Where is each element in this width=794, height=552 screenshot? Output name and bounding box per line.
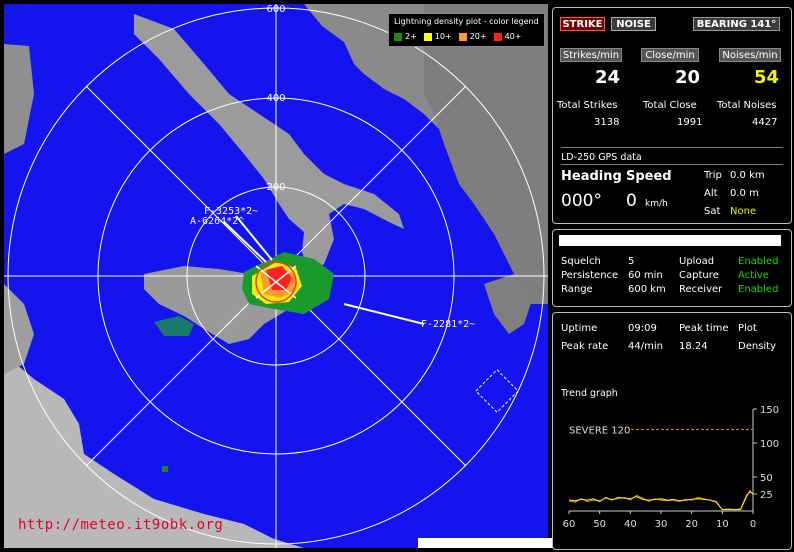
stats-panel: Uptime 09:09 Peak time Plot Peak rate 44… xyxy=(552,312,792,550)
capture-value: Active xyxy=(738,270,769,281)
receiver-label: Receiver xyxy=(679,284,723,295)
gps-title: LD-250 GPS data xyxy=(561,152,642,163)
legend-item-40: 40+ xyxy=(493,32,521,41)
trend-title: Trend graph xyxy=(561,388,618,399)
strikes-rate: 24 xyxy=(595,67,621,88)
rate-panel: STRIKE NOISE BEARING 141° Strikes/min Cl… xyxy=(552,7,792,224)
range-label: Range xyxy=(561,284,593,295)
plot-value: Density xyxy=(738,341,777,352)
range-value: 600 km xyxy=(628,284,666,295)
noise-button[interactable]: NOISE xyxy=(611,17,656,31)
noises-rate: 54 xyxy=(754,67,780,88)
ring-label-400: 400 xyxy=(266,93,286,104)
trend-y-tick-label: 25 xyxy=(760,490,773,501)
strike-tag-f: F-2281*2~ xyxy=(421,319,476,330)
uptime-value: 09:09 xyxy=(628,323,657,334)
ring-label-200: 200 xyxy=(266,182,286,193)
trend-x-tick-label: 40 xyxy=(624,519,637,530)
peak-rate-label: Peak rate xyxy=(561,341,609,352)
total-close-label: Total Close xyxy=(643,100,697,111)
trend-x-tick-label: 0 xyxy=(750,519,756,530)
strike-tag-a: A-6264*2^ xyxy=(190,216,245,227)
close-per-min-header[interactable]: Close/min xyxy=(641,48,699,62)
trend-graph: 255010015060 50 40 30 20 10 0SEVERE 120 xyxy=(563,405,779,530)
heading-value: 000° xyxy=(561,191,602,211)
trend-y-tick-label: 50 xyxy=(760,473,773,484)
peak-time-value: 18.24 xyxy=(679,341,708,352)
upload-value: Enabled xyxy=(738,256,779,267)
trip-label: Trip xyxy=(704,170,722,181)
receiver-value: Enabled xyxy=(738,284,779,295)
alt-value: 0.0 m xyxy=(730,188,759,199)
trend-x-tick-label: 60 xyxy=(563,519,576,530)
legend-item-2: 2+ xyxy=(394,32,417,41)
density-legend: Lightning density plot - color legend 2+… xyxy=(388,13,545,47)
sat-label: Sat xyxy=(704,206,721,217)
sat-value: None xyxy=(730,206,757,217)
station-name-bar xyxy=(559,235,781,246)
trend-y-tick-label: 100 xyxy=(760,439,779,450)
legend-item-10: 10+ xyxy=(423,32,452,41)
peak-time-label: Peak time xyxy=(679,323,729,334)
strikes-per-min-header[interactable]: Strikes/min xyxy=(560,48,622,62)
heading-label: Heading xyxy=(561,169,622,184)
speed-value: 0 xyxy=(626,191,637,211)
site-url[interactable]: http://meteo.it9obk.org xyxy=(18,517,223,533)
persistence-label: Persistence xyxy=(561,270,619,281)
trend-x-tick-label: 50 xyxy=(593,519,606,530)
strike-button[interactable]: STRIKE xyxy=(560,17,605,31)
map-canvas xyxy=(4,4,548,548)
squelch-value: 5 xyxy=(628,256,635,267)
settings-panel: Squelch 5 Persistence 60 min Range 600 k… xyxy=(552,229,792,307)
trip-value: 0.0 km xyxy=(730,170,765,181)
close-rate: 20 xyxy=(675,67,701,88)
ring-label-600: 600 xyxy=(266,4,286,15)
total-strikes-value: 3138 xyxy=(594,117,620,128)
trend-x-tick-label: 30 xyxy=(655,519,668,530)
bearing-button[interactable]: BEARING 141° xyxy=(693,17,780,31)
uptime-label: Uptime xyxy=(561,323,598,334)
total-close-value: 1991 xyxy=(677,117,703,128)
trend-x-tick-label: 10 xyxy=(716,519,729,530)
alt-label: Alt xyxy=(704,188,718,199)
radar-map: Lightning density plot - color legend 2+… xyxy=(4,4,548,548)
density-green-dot xyxy=(162,466,168,472)
persistence-value: 60 min xyxy=(628,270,663,281)
total-noises-value: 4427 xyxy=(752,117,778,128)
speed-label: Speed xyxy=(626,169,672,184)
legend-title: Lightning density plot - color legend xyxy=(394,17,539,26)
total-noises-label: Total Noises xyxy=(717,100,777,111)
density-green-sicily xyxy=(154,316,194,336)
peak-rate-value: 44/min xyxy=(628,341,663,352)
plot-label: Plot xyxy=(738,323,757,334)
speed-unit: km/h xyxy=(645,199,668,209)
total-strikes-label: Total Strikes xyxy=(557,100,618,111)
status-bar-strip xyxy=(418,538,553,548)
trend-x-tick-label: 20 xyxy=(685,519,698,530)
divider xyxy=(561,164,783,165)
severe-label: SEVERE 120 xyxy=(569,425,630,436)
trend-y-tick-label: 150 xyxy=(760,405,779,416)
capture-label: Capture xyxy=(679,270,719,281)
divider xyxy=(561,147,783,148)
upload-label: Upload xyxy=(679,256,715,267)
noises-per-min-header[interactable]: Noises/min xyxy=(719,48,781,62)
land-balkans xyxy=(424,4,548,304)
land-sardinia-corner xyxy=(4,44,34,154)
legend-item-20: 20+ xyxy=(458,32,487,41)
squelch-label: Squelch xyxy=(561,256,601,267)
